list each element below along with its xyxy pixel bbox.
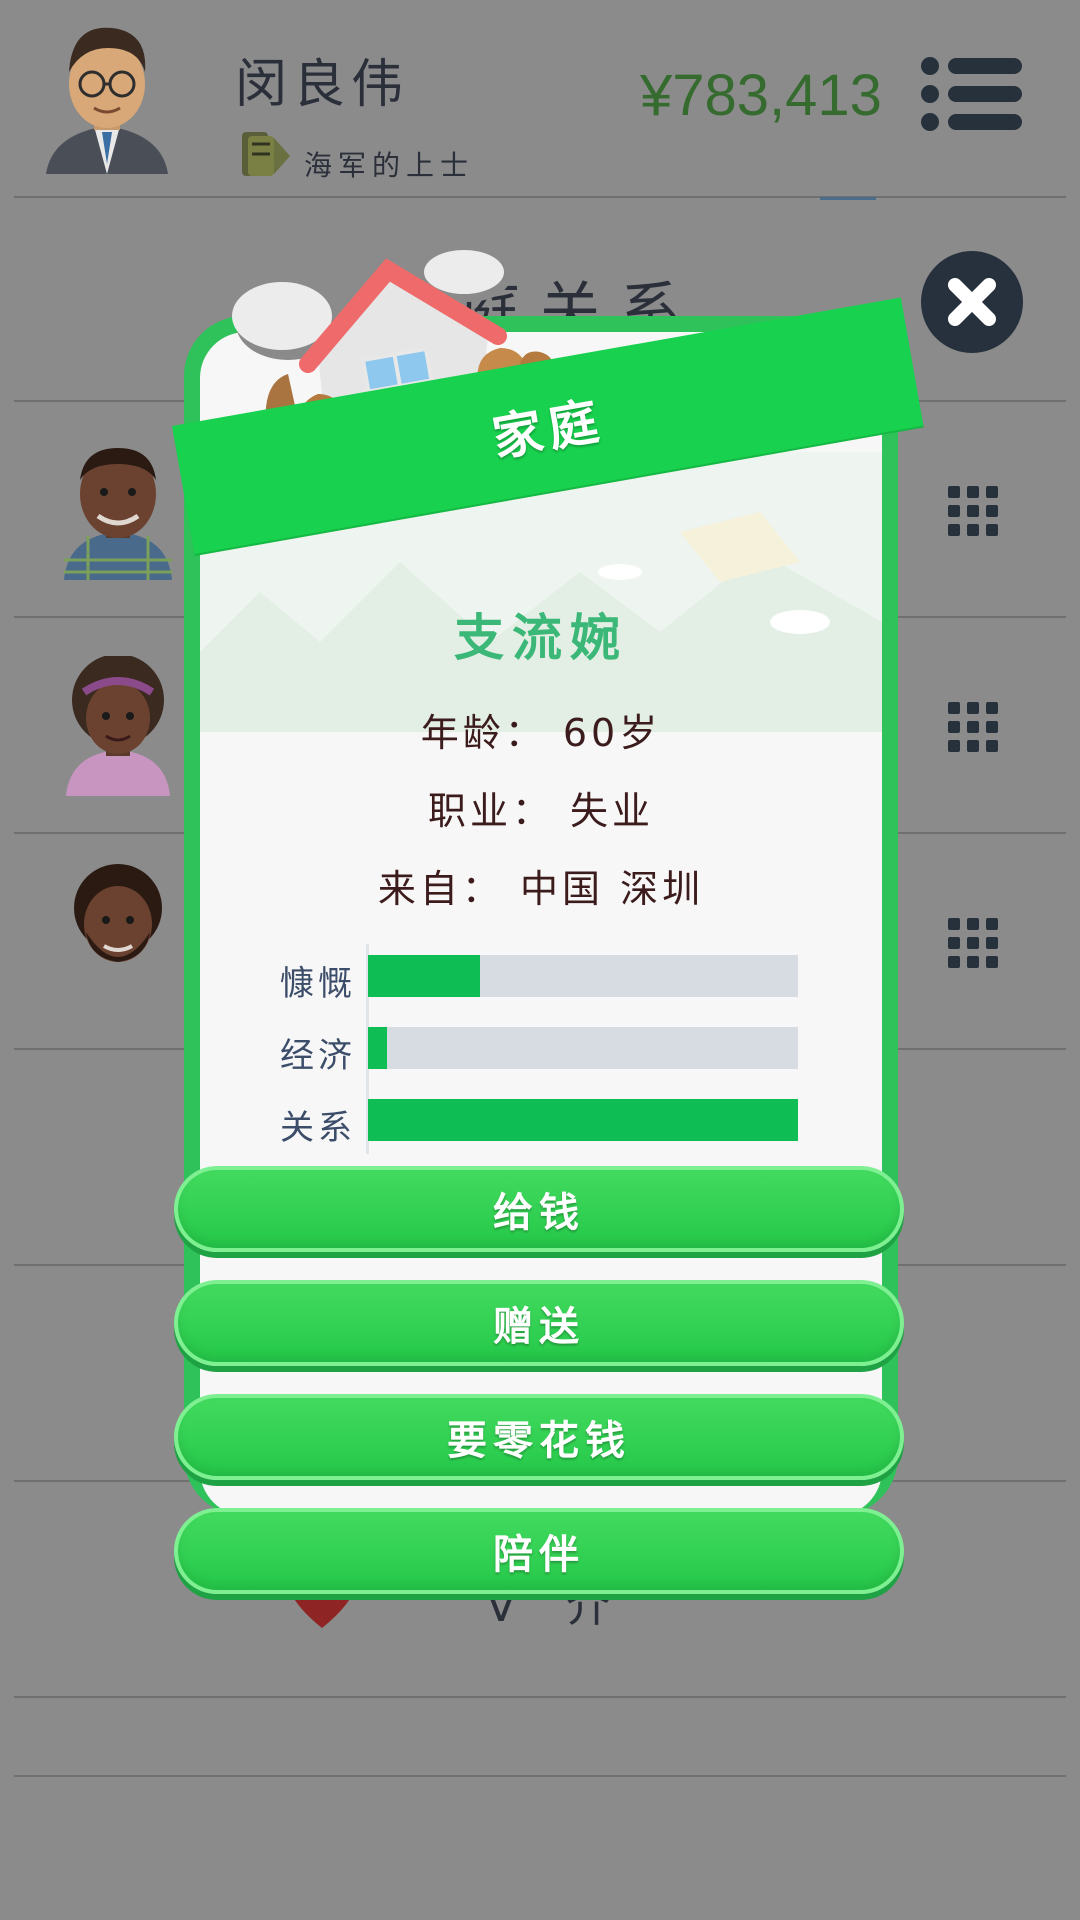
player-name: 闵良伟: [235, 55, 410, 115]
family-member-avatar[interactable]: [58, 862, 178, 1002]
player-avatar[interactable]: [42, 14, 172, 180]
stat-bar-generosity: [368, 955, 798, 997]
member-name: 支流婉: [454, 609, 628, 667]
accompany-button[interactable]: 陪伴: [174, 1508, 904, 1594]
stat-label-economy: 经济: [280, 1036, 356, 1076]
header-divider: [14, 196, 1066, 198]
list-divider: [14, 1696, 1066, 1698]
stat-bar-economy: [368, 1027, 798, 1069]
member-age: 年龄： 60岁: [420, 711, 662, 755]
family-member-avatar[interactable]: [58, 656, 178, 796]
list-divider: [14, 1775, 1066, 1777]
grid-menu-icon[interactable]: [948, 486, 998, 536]
stat-bar-fill: [368, 955, 480, 997]
member-origin: 来自： 中国 深圳: [377, 867, 705, 911]
menu-icon[interactable]: [920, 56, 1024, 132]
stat-bar-fill: [368, 1099, 798, 1141]
close-icon: [948, 278, 996, 326]
grid-menu-icon[interactable]: [948, 918, 998, 968]
stat-label-relationship: 关系: [280, 1108, 356, 1148]
header-tab-indicator: [820, 197, 876, 200]
close-button[interactable]: [921, 251, 1023, 353]
rank-badge-icon: [242, 132, 290, 176]
ask-allowance-button[interactable]: 要零花钱: [174, 1394, 904, 1480]
stat-label-generosity: 慷慨: [280, 964, 356, 1004]
top-bar: 闵良伟 海军的上士 ¥783,413: [0, 0, 1080, 198]
give-money-button[interactable]: 给钱: [174, 1166, 904, 1252]
stat-bar-fill: [368, 1027, 388, 1069]
family-member-avatar[interactable]: [58, 440, 178, 580]
gift-button[interactable]: 赠送: [174, 1280, 904, 1366]
grid-menu-icon[interactable]: [948, 702, 998, 752]
member-occupation: 职业： 失业: [427, 789, 655, 833]
rank-label: 海军的上士: [304, 149, 475, 182]
money-balance: ¥783,413: [640, 63, 882, 128]
stat-bar-relationship: [368, 1099, 798, 1141]
